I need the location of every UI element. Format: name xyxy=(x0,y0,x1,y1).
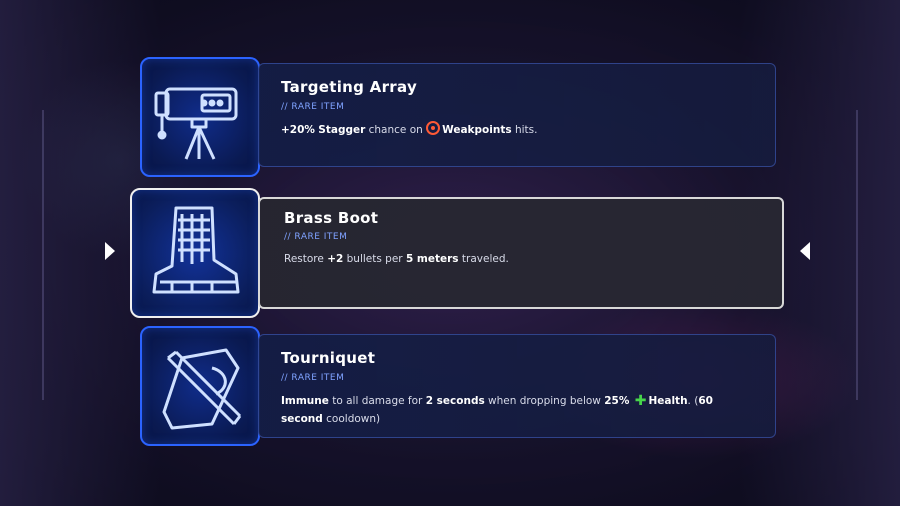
item-description: Restore +2 bullets per 5 meters traveled… xyxy=(284,250,509,268)
desc-value: second xyxy=(281,413,323,425)
item-rarity: // RARE ITEM xyxy=(281,373,345,383)
item-info-panel: Targeting Array // RARE ITEM +20% Stagge… xyxy=(258,63,776,167)
item-card-targeting-array[interactable]: Targeting Array // RARE ITEM +20% Stagge… xyxy=(140,55,776,179)
item-icon-frame xyxy=(140,57,260,177)
item-icon-frame xyxy=(130,188,260,318)
item-description: +20% Stagger chance on Weakpoints hits. xyxy=(281,121,537,139)
item-rarity: // RARE ITEM xyxy=(284,232,348,242)
desc-keyword: Weakpoints xyxy=(442,124,512,136)
health-plus-icon: ✚ xyxy=(634,393,647,409)
item-name: Brass Boot xyxy=(284,209,379,227)
item-card-tourniquet[interactable]: Tourniquet // RARE ITEM Immune to all da… xyxy=(140,326,776,450)
desc-text: chance on xyxy=(365,124,427,136)
boot-icon xyxy=(152,206,240,294)
weakpoint-target-icon xyxy=(426,121,441,135)
left-frame-decoration xyxy=(0,110,44,400)
desc-text: when dropping below xyxy=(484,395,605,407)
item-rarity: // RARE ITEM xyxy=(281,102,345,112)
item-card-brass-boot[interactable]: Brass Boot // RARE ITEM Restore +2 bulle… xyxy=(130,188,786,318)
desc-value: 5 meters xyxy=(405,253,459,265)
desc-value: 25% xyxy=(604,395,630,407)
desc-text: bullets per xyxy=(343,253,406,265)
desc-text: hits. xyxy=(511,124,538,136)
item-name: Tourniquet xyxy=(281,349,376,367)
desc-value: +20% xyxy=(281,124,315,136)
item-icon-frame xyxy=(140,326,260,446)
next-arrow-icon[interactable] xyxy=(800,242,810,260)
tourniquet-icon xyxy=(162,348,242,430)
desc-keyword: Stagger xyxy=(318,124,366,136)
item-info-panel: Brass Boot // RARE ITEM Restore +2 bulle… xyxy=(258,197,784,309)
item-info-panel: Tourniquet // RARE ITEM Immune to all da… xyxy=(258,334,776,438)
desc-text: cooldown) xyxy=(322,413,381,425)
desc-keyword: Health xyxy=(648,395,688,407)
desc-text: traveled. xyxy=(458,253,509,265)
desc-value: +2 xyxy=(327,253,344,265)
desc-text: . ( xyxy=(687,395,699,407)
item-description: Immune to all damage for 2 seconds when … xyxy=(281,392,751,428)
desc-value: 60 xyxy=(698,395,713,407)
prev-arrow-icon[interactable] xyxy=(105,242,115,260)
desc-text: Restore xyxy=(284,253,328,265)
desc-keyword: Immune xyxy=(281,395,329,407)
camera-tripod-icon xyxy=(154,87,238,160)
desc-value: 2 seconds xyxy=(425,395,485,407)
desc-text: to all damage for xyxy=(328,395,426,407)
right-frame-decoration xyxy=(856,110,900,400)
item-name: Targeting Array xyxy=(281,78,418,96)
